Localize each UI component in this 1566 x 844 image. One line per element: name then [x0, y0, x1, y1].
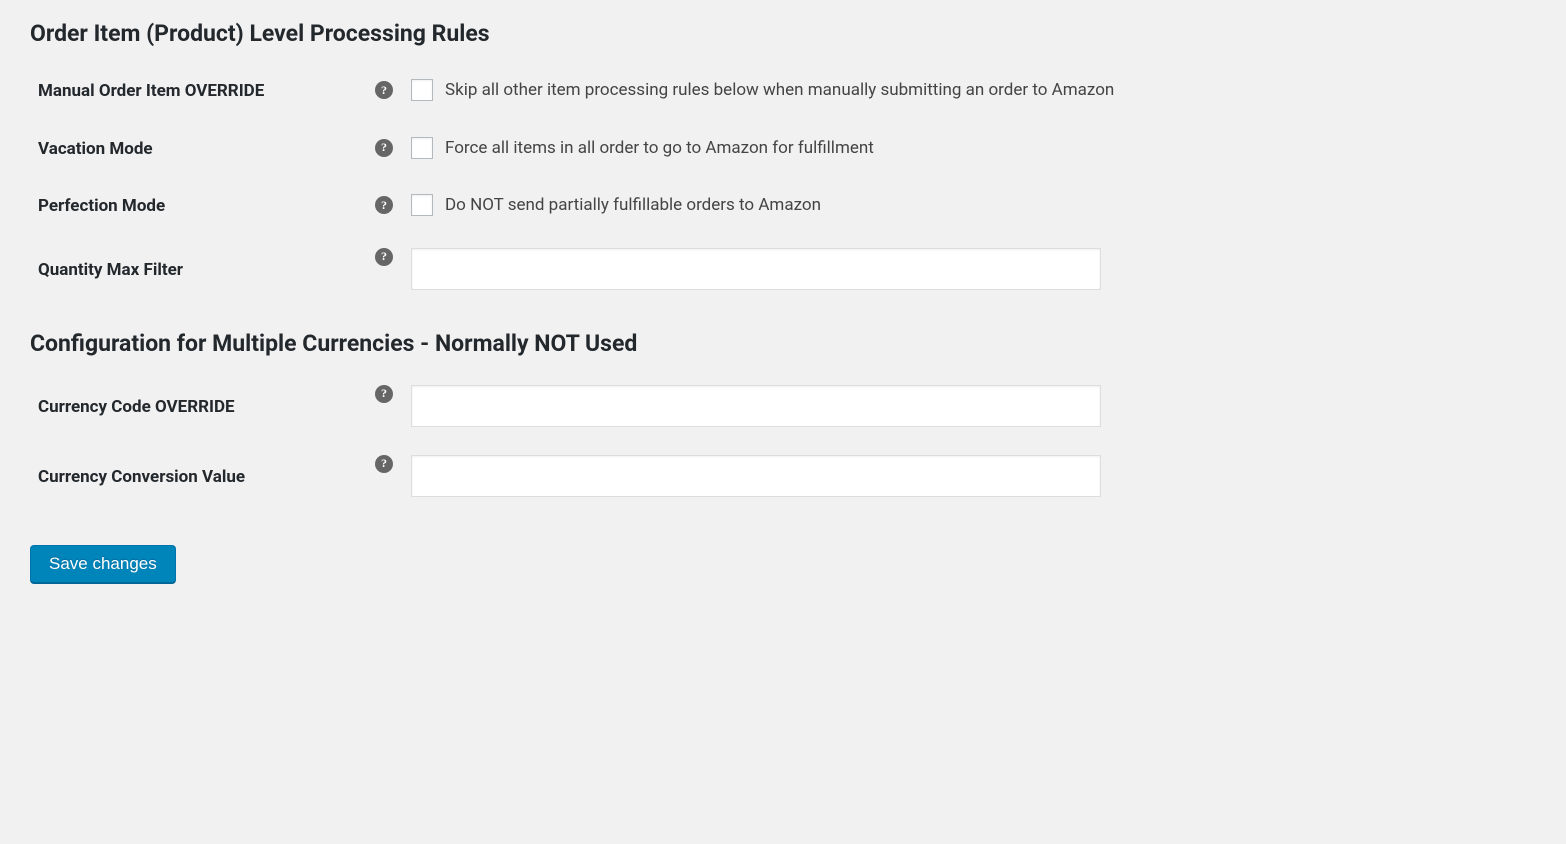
checkbox-vacation-mode[interactable]	[411, 137, 433, 159]
checkbox-perfection-mode[interactable]	[411, 194, 433, 216]
control-wrap: ?	[375, 248, 1536, 290]
control-wrap: ?	[375, 455, 1536, 497]
help-icon[interactable]: ?	[375, 385, 393, 403]
help-icon[interactable]: ?	[375, 81, 393, 99]
row-perfection-mode: Perfection Mode ? Do NOT send partially …	[30, 190, 1536, 220]
input-currency-code[interactable]	[411, 385, 1101, 427]
label-currency-code: Currency Code OVERRIDE	[30, 391, 375, 421]
control-wrap: ?	[375, 385, 1536, 427]
desc-manual-override: Skip all other item processing rules bel…	[445, 75, 1114, 103]
label-manual-override: Manual Order Item OVERRIDE	[30, 75, 375, 105]
label-quantity-max: Quantity Max Filter	[30, 254, 375, 284]
section1-heading: Order Item (Product) Level Processing Ru…	[30, 20, 1536, 47]
section2-heading: Configuration for Multiple Currencies - …	[30, 330, 1536, 357]
row-vacation-mode: Vacation Mode ? Force all items in all o…	[30, 133, 1536, 163]
desc-vacation-mode: Force all items in all order to go to Am…	[445, 133, 874, 161]
save-button[interactable]: Save changes	[30, 545, 176, 583]
row-manual-override: Manual Order Item OVERRIDE ? Skip all ot…	[30, 75, 1536, 105]
input-currency-conversion[interactable]	[411, 455, 1101, 497]
control-wrap: ? Do NOT send partially fulfillable orde…	[375, 190, 1536, 218]
help-icon[interactable]: ?	[375, 139, 393, 157]
control-wrap: ? Skip all other item processing rules b…	[375, 75, 1536, 103]
control-wrap: ? Force all items in all order to go to …	[375, 133, 1536, 161]
help-icon[interactable]: ?	[375, 196, 393, 214]
help-icon[interactable]: ?	[375, 455, 393, 473]
label-perfection-mode: Perfection Mode	[30, 190, 375, 220]
help-icon[interactable]: ?	[375, 248, 393, 266]
input-quantity-max[interactable]	[411, 248, 1101, 290]
row-currency-conversion: Currency Conversion Value ?	[30, 455, 1536, 497]
label-vacation-mode: Vacation Mode	[30, 133, 375, 163]
row-currency-code: Currency Code OVERRIDE ?	[30, 385, 1536, 427]
row-quantity-max: Quantity Max Filter ?	[30, 248, 1536, 290]
section2-table: Currency Code OVERRIDE ? Currency Conver…	[30, 385, 1536, 497]
label-currency-conversion: Currency Conversion Value	[30, 461, 375, 491]
section1-table: Manual Order Item OVERRIDE ? Skip all ot…	[30, 75, 1536, 290]
desc-perfection-mode: Do NOT send partially fulfillable orders…	[445, 190, 821, 218]
checkbox-manual-override[interactable]	[411, 79, 433, 101]
